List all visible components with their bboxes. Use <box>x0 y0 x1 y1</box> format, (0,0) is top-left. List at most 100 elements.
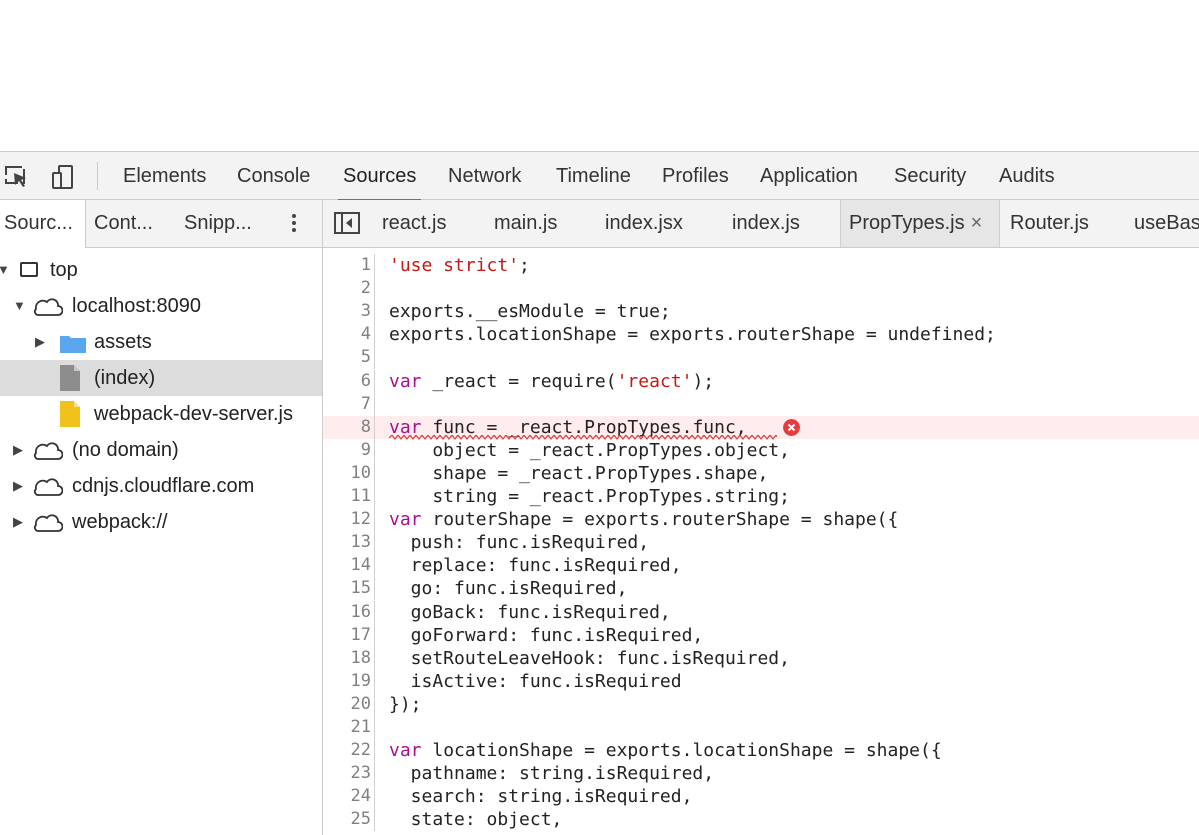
tab-elements[interactable]: Elements <box>123 152 206 200</box>
code-line[interactable]: 5 <box>323 346 1199 370</box>
line-number[interactable]: 9 <box>323 438 375 462</box>
code-line[interactable]: 19 isActive: func.isRequired <box>323 669 1199 693</box>
code-text: string = _react.PropTypes.string; <box>389 486 790 507</box>
tree-item-no-domain[interactable]: ▶ (no domain) <box>0 432 322 468</box>
navigator-tab-sourc[interactable]: Sourc... <box>0 200 86 248</box>
toggle-navigator-icon[interactable] <box>334 212 360 234</box>
line-number[interactable]: 11 <box>323 485 375 508</box>
code-line[interactable]: 20}); <box>323 692 1199 716</box>
tab-application[interactable]: Application <box>760 152 858 200</box>
code-text: var locationShape = exports.locationShap… <box>389 740 942 762</box>
code-line[interactable]: 17 goForward: func.isRequired, <box>323 623 1199 647</box>
close-tab-icon[interactable]: × <box>971 212 983 234</box>
code-line[interactable]: 10 shape = _react.PropTypes.shape, <box>323 461 1199 485</box>
line-number[interactable]: 17 <box>323 623 375 647</box>
code-line[interactable]: 14 replace: func.isRequired, <box>323 554 1199 578</box>
code-line[interactable]: 22 var locationShape = exports.locationSh… <box>323 739 1199 763</box>
tree-item-assets[interactable]: ▶ assets <box>0 324 322 360</box>
tab-audits[interactable]: Audits <box>999 152 1055 200</box>
code-text: goBack: func.isRequired, <box>389 601 671 623</box>
line-number[interactable]: 25 <box>323 808 375 832</box>
code-line-error[interactable]: 8 var func = _react.PropTypes.func, <box>323 415 1199 440</box>
file-tab-main-js[interactable]: main.js <box>486 200 570 247</box>
tab-console[interactable]: Console <box>237 152 310 200</box>
expanded-triangle-icon[interactable]: ▼ <box>13 288 26 324</box>
code-line[interactable]: 23 pathname: string.isRequired, <box>323 762 1199 786</box>
file-tab-index-jsx[interactable]: index.jsx <box>597 200 697 247</box>
error-icon[interactable] <box>783 418 800 436</box>
collapsed-triangle-icon[interactable]: ▶ <box>13 504 23 540</box>
code-line[interactable]: 15 go: func.isRequired, <box>323 577 1199 601</box>
file-tab-react-js[interactable]: react.js <box>374 200 458 247</box>
inspect-element-icon[interactable] <box>4 164 30 190</box>
code-line[interactable]: 21 <box>323 716 1199 739</box>
code-text: pathname: string.isRequired, <box>389 763 715 785</box>
line-number[interactable]: 19 <box>323 669 375 693</box>
code-text: goForward: func.isRequired, <box>389 624 704 646</box>
code-line[interactable]: 6 var _react = require('react'); <box>323 369 1199 393</box>
line-number[interactable]: 12 <box>323 508 375 532</box>
collapsed-triangle-icon[interactable]: ▶ <box>13 432 23 468</box>
file-tab-usebas[interactable]: useBas <box>1126 200 1199 247</box>
code-line[interactable]: 2 <box>323 277 1199 301</box>
line-number[interactable]: 8 <box>323 415 375 439</box>
line-number[interactable]: 1 <box>323 254 375 277</box>
code-line[interactable]: 13 push: func.isRequired, <box>323 531 1199 555</box>
code-text: var routerShape = exports.routerShape = … <box>389 509 899 531</box>
collapsed-triangle-icon[interactable]: ▶ <box>13 468 23 504</box>
file-tab-router-js[interactable]: Router.js <box>1002 200 1102 247</box>
page-background <box>0 0 1199 151</box>
line-number[interactable]: 2 <box>323 277 375 301</box>
tab-sources[interactable]: Sources <box>337 152 422 201</box>
code-line[interactable]: 9 object = _react.PropTypes.object, <box>323 438 1199 462</box>
tab-security[interactable]: Security <box>894 152 966 200</box>
file-tab-label: useBas <box>1134 212 1199 234</box>
line-number[interactable]: 7 <box>323 392 375 416</box>
navigator-tab-snipp[interactable]: Snipp... <box>176 200 276 247</box>
line-number[interactable]: 16 <box>323 600 375 624</box>
code-line[interactable]: 7 <box>323 392 1199 416</box>
tree-item-index[interactable]: (index) <box>0 360 322 396</box>
tree-item-localhost-8090[interactable]: ▼ localhost:8090 <box>0 288 322 324</box>
tree-item-cdnjs-cloudflare-com[interactable]: ▶ cdnjs.cloudflare.com <box>0 468 322 504</box>
navigator-tab-cont[interactable]: Cont... <box>86 200 176 247</box>
code-line[interactable]: 16 goBack: func.isRequired, <box>323 600 1199 624</box>
line-number[interactable]: 6 <box>323 369 375 393</box>
line-number[interactable]: 22 <box>323 739 375 763</box>
code-line[interactable]: 11 string = _react.PropTypes.string; <box>323 485 1199 508</box>
tree-item-webpack[interactable]: ▶ webpack:// <box>0 504 322 540</box>
code-editor[interactable]: 1 'use strict'; 2 3 exports.__esModule = tru… <box>323 248 1199 835</box>
code-line[interactable]: 3 exports.__esModule = true; <box>323 300 1199 324</box>
code-line[interactable]: 24 search: string.isRequired, <box>323 785 1199 809</box>
cloud-icon <box>34 478 63 496</box>
line-number[interactable]: 10 <box>323 461 375 485</box>
line-number[interactable]: 21 <box>323 716 375 739</box>
code-line[interactable]: 4 exports.locationShape = exports.routerS… <box>323 323 1199 347</box>
line-number[interactable]: 23 <box>323 762 375 786</box>
code-line[interactable]: 12 var routerShape = exports.routerShape … <box>323 508 1199 532</box>
tab-network[interactable]: Network <box>448 152 521 200</box>
line-number[interactable]: 14 <box>323 554 375 578</box>
line-number[interactable]: 18 <box>323 646 375 670</box>
line-number[interactable]: 15 <box>323 577 375 601</box>
code-line[interactable]: 1 'use strict'; <box>323 254 1199 277</box>
code-line[interactable]: 18 setRouteLeaveHook: func.isRequired, <box>323 646 1199 670</box>
line-number[interactable]: 24 <box>323 785 375 809</box>
line-number[interactable]: 13 <box>323 531 375 555</box>
device-toolbar-icon[interactable] <box>50 164 76 190</box>
file-tab-index-js[interactable]: index.js <box>724 200 814 247</box>
tab-profiles[interactable]: Profiles <box>662 152 729 200</box>
file-tab-label: Router.js <box>1010 212 1089 234</box>
line-number[interactable]: 3 <box>323 300 375 324</box>
tab-timeline[interactable]: Timeline <box>556 152 631 200</box>
line-number[interactable]: 20 <box>323 692 375 716</box>
tree-item-webpack-dev-server-js[interactable]: webpack-dev-server.js <box>0 396 322 432</box>
more-options-icon[interactable] <box>288 212 300 236</box>
expanded-triangle-icon[interactable]: ▼ <box>0 252 10 288</box>
collapsed-triangle-icon[interactable]: ▶ <box>35 324 45 360</box>
line-number[interactable]: 4 <box>323 323 375 347</box>
code-line[interactable]: 25 state: object, <box>323 808 1199 832</box>
file-tab-proptypes-js[interactable]: PropTypes.js × <box>840 200 1000 247</box>
line-number[interactable]: 5 <box>323 346 375 370</box>
tree-item-top[interactable]: ▼ top <box>0 252 322 288</box>
